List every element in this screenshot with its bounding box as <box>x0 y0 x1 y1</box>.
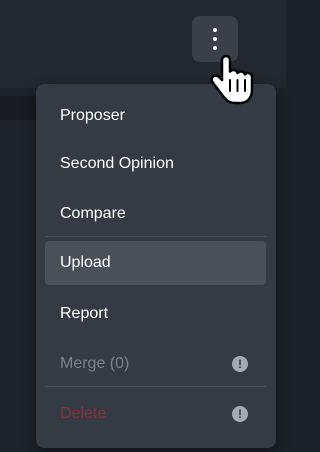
menu-divider <box>45 386 266 387</box>
warning-icon: ! <box>232 406 248 422</box>
menu-item-report[interactable]: Report <box>36 292 276 336</box>
menu-item-label: Compare <box>60 205 126 222</box>
menu-item-second-opinion[interactable]: Second Opinion <box>36 142 276 186</box>
menu-item-upload[interactable]: Upload <box>45 241 266 285</box>
menu-item-label: Delete <box>60 405 107 422</box>
menu-item-label: Proposer <box>60 107 125 124</box>
menu-divider <box>45 236 266 237</box>
menu-item-compare[interactable]: Compare <box>36 192 276 236</box>
menu-item-delete: Delete ! <box>36 392 276 436</box>
warning-icon: ! <box>232 356 248 372</box>
menu-item-label: Second Opinion <box>60 155 174 172</box>
hand-pointer-icon <box>206 52 262 108</box>
options-dropdown-menu: Proposer Second Opinion Compare Upload R… <box>36 84 276 448</box>
menu-item-label: Merge (0) <box>60 355 130 372</box>
panel-header-strip <box>0 96 36 120</box>
menu-item-label: Report <box>60 305 109 322</box>
menu-item-merge: Merge (0) ! <box>36 342 276 386</box>
menu-item-label: Upload <box>60 254 111 271</box>
background-panel <box>0 88 36 452</box>
